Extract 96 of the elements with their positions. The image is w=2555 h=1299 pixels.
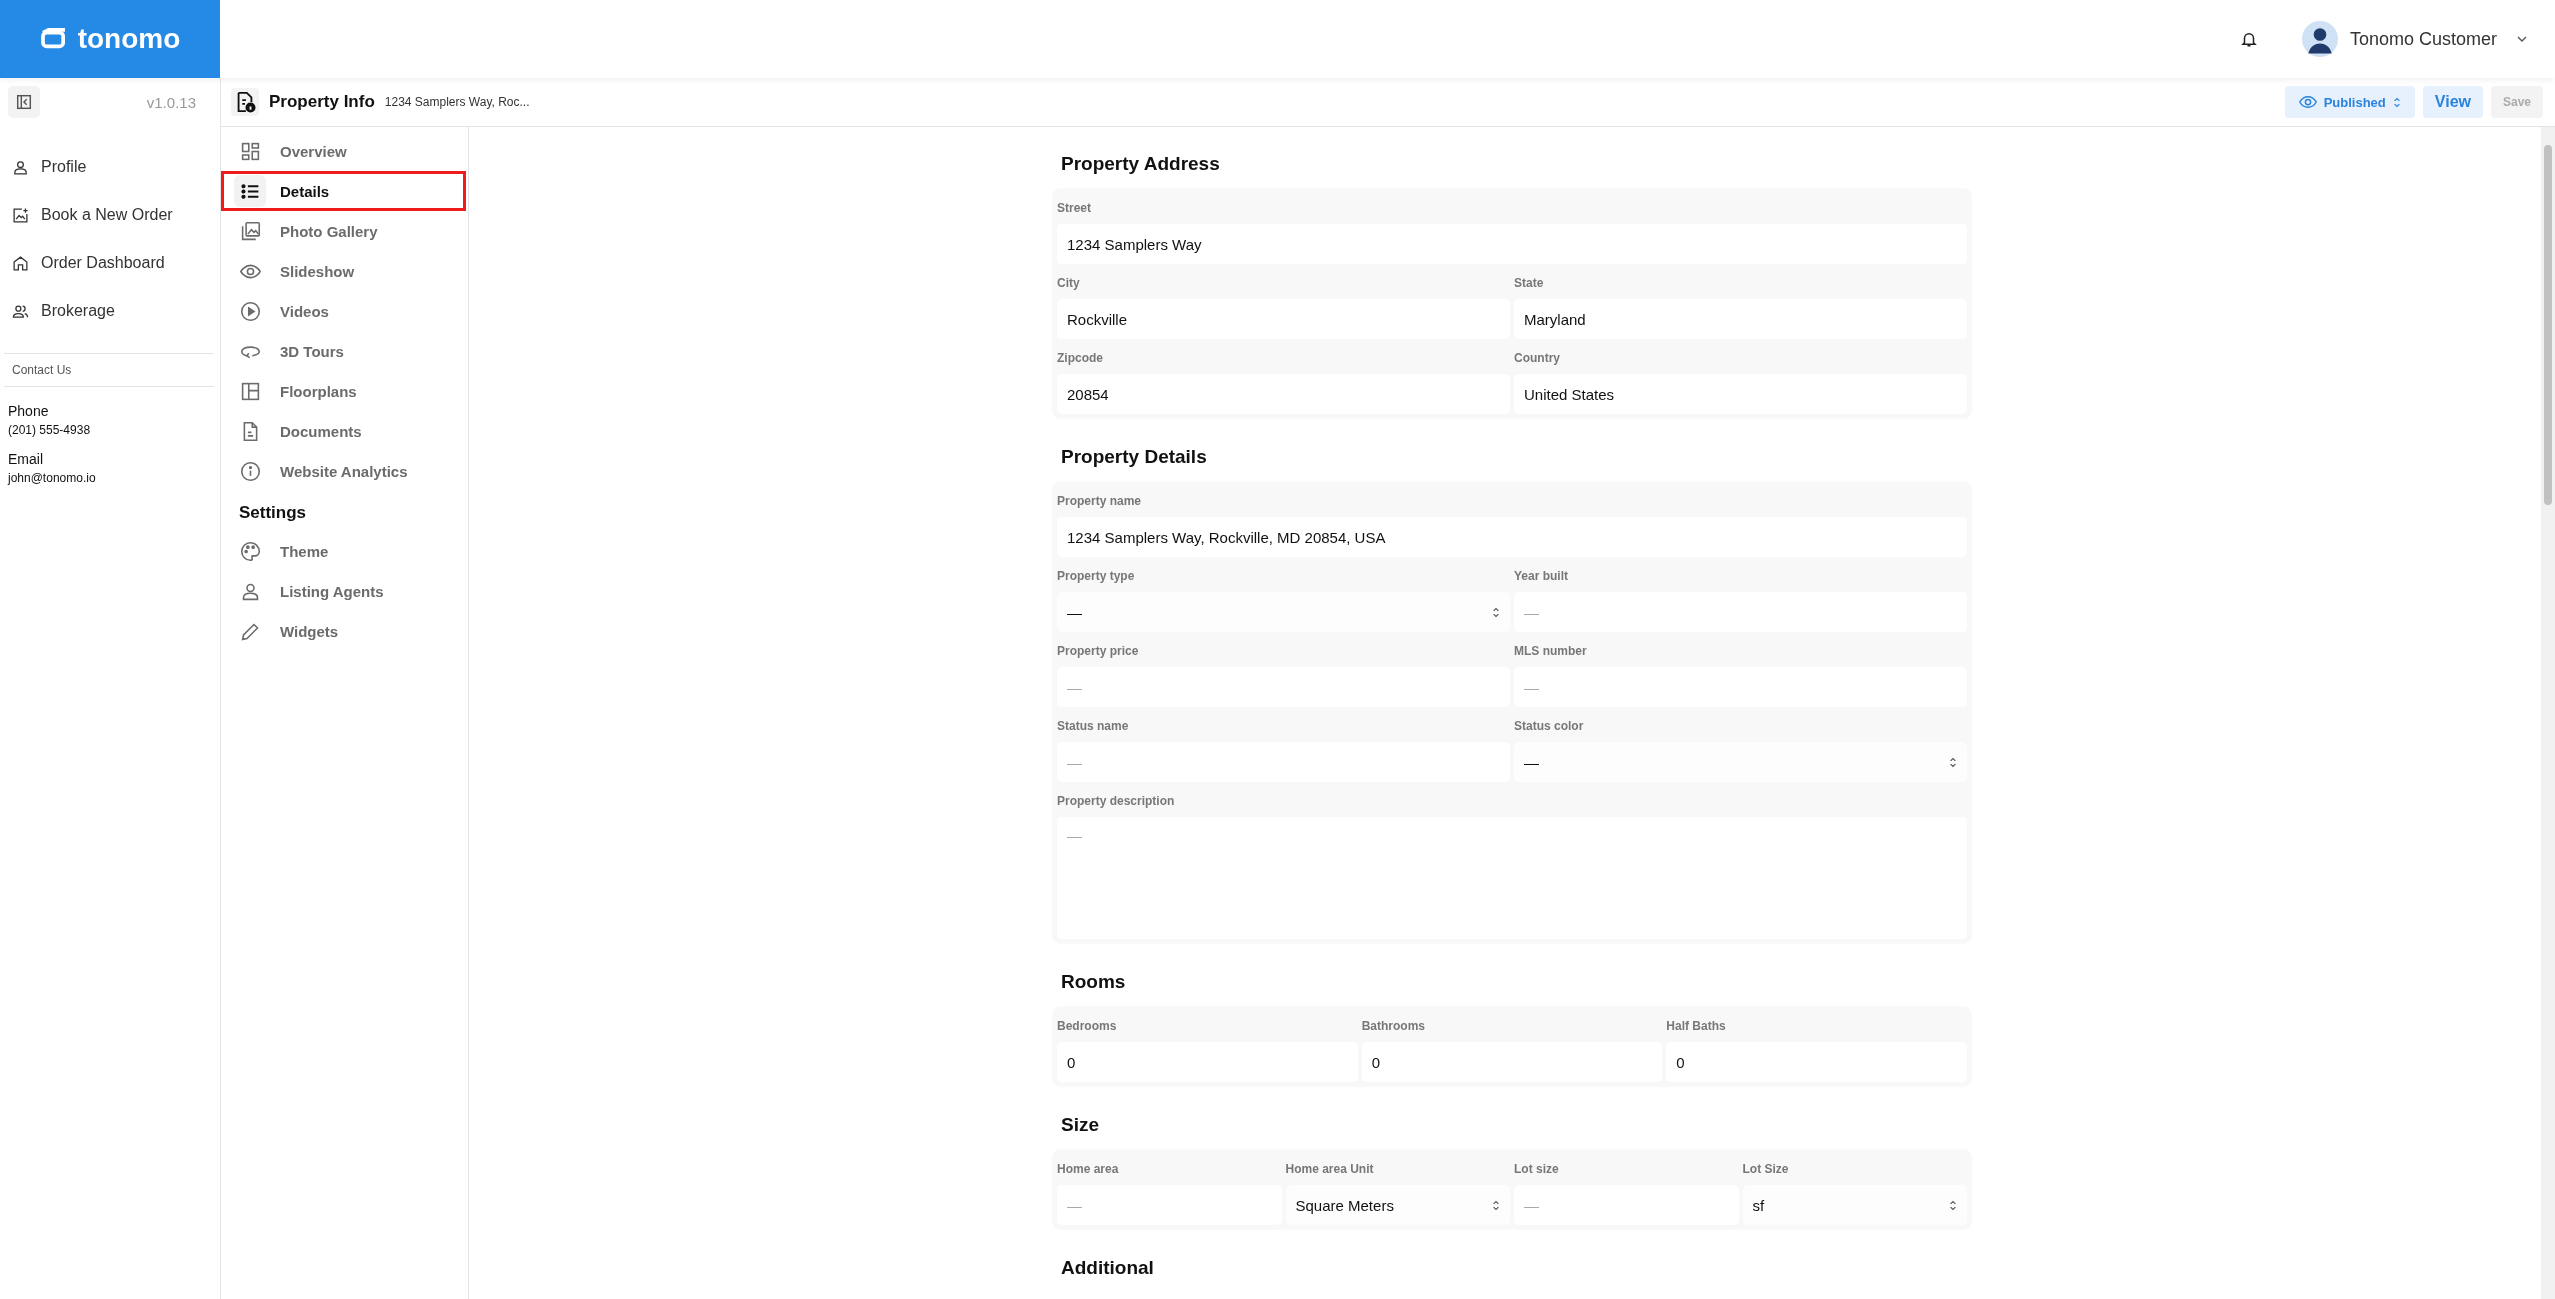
contact-heading: Contact Us (11, 362, 73, 379)
collapse-sidebar-button[interactable] (8, 86, 40, 118)
palette-icon (239, 540, 261, 562)
up-down-chevron-icon (1949, 1198, 1957, 1212)
sidebar-item[interactable]: Order Dashboard (0, 239, 220, 287)
eye-icon (2298, 93, 2317, 111)
input-field[interactable]: — (1514, 667, 1967, 707)
avatar-icon (2301, 21, 2338, 57)
field-label: Home area (1057, 1161, 1120, 1178)
up-down-chevron-icon (2392, 95, 2401, 109)
field-label: Country (1514, 350, 1561, 367)
field-label: City (1057, 275, 1081, 292)
field-label: Lot Size (1742, 1161, 1790, 1178)
field-label: Year built (1514, 568, 1570, 585)
field-label: Property price (1057, 643, 1140, 660)
email-address: john@tonomo.io (8, 471, 97, 485)
field-label: MLS number (1514, 643, 1588, 660)
input-field[interactable]: 0 (1666, 1042, 1967, 1082)
section-nav-item[interactable]: Overview (221, 131, 466, 171)
input-field[interactable]: Maryland (1514, 299, 1967, 339)
floorplan-icon (239, 380, 261, 402)
section-heading: Rooms (1061, 971, 1127, 993)
grid-icon (239, 140, 261, 162)
person-icon (12, 158, 29, 176)
info-icon (239, 460, 261, 482)
input-field[interactable]: 20854 (1057, 374, 1510, 414)
input-field[interactable]: Rockville (1057, 299, 1510, 339)
field-label: Bathrooms (1361, 1018, 1426, 1035)
sidebar-item[interactable]: Profile (0, 143, 220, 191)
textarea-field[interactable]: — (1057, 817, 1967, 939)
phone-number: (201) 555-4938 (8, 423, 92, 437)
scrollbar[interactable] (2541, 127, 2555, 1299)
field-label: Half Baths (1666, 1018, 1727, 1035)
select-field[interactable]: — (1057, 592, 1510, 632)
section-nav-item[interactable]: Videos (221, 291, 466, 331)
input-field[interactable]: — (1057, 742, 1510, 782)
field-label: Status name (1057, 718, 1130, 735)
section-nav-item[interactable]: Photo Gallery (221, 211, 466, 251)
field-label: Property type (1057, 568, 1136, 585)
page-title: Property Info (269, 92, 375, 112)
page-subtitle: 1234 Samplers Way, Roc... (384, 95, 530, 109)
select-field[interactable]: sf (1742, 1185, 1967, 1225)
up-down-chevron-icon (1492, 1198, 1500, 1212)
section-nav-item[interactable]: 3D Tours (221, 331, 466, 371)
chevron-down-icon (2517, 36, 2527, 42)
input-field[interactable]: 1234 Samplers Way (1057, 224, 1967, 264)
section-nav-item[interactable]: Website Analytics (221, 451, 466, 491)
input-field[interactable]: 0 (1361, 1042, 1663, 1082)
section-nav-item[interactable]: Slideshow (221, 251, 466, 291)
input-field[interactable]: United States (1514, 374, 1967, 414)
section-nav-item[interactable]: Theme (221, 531, 466, 571)
gallery-icon (239, 220, 261, 242)
input-field[interactable]: 1234 Samplers Way, Rockville, MD 20854, USA (1057, 517, 1967, 557)
up-down-chevron-icon (1492, 605, 1500, 619)
field-label: Bedrooms (1057, 1018, 1118, 1035)
section-nav-item[interactable]: Floorplans (221, 371, 466, 411)
play-icon (239, 300, 261, 322)
input-field[interactable]: — (1057, 1185, 1282, 1225)
field-label: Status color (1514, 718, 1585, 735)
publish-status-button[interactable]: Published (2284, 86, 2415, 118)
section-nav-item[interactable]: Widgets (221, 611, 466, 651)
select-field[interactable]: — (1514, 742, 1967, 782)
field-label: Street (1057, 200, 1092, 217)
section-heading: Size (1061, 1114, 1101, 1136)
logo-icon (39, 28, 68, 50)
image-add-icon (12, 206, 29, 224)
document-info-icon (231, 88, 259, 116)
sidebar-panel-icon (15, 93, 33, 111)
section-heading: Additional (1061, 1257, 1155, 1279)
section-heading: Property Details (1061, 446, 1208, 468)
input-field[interactable]: — (1514, 1185, 1739, 1225)
field-label: Home area Unit (1285, 1161, 1375, 1178)
up-down-chevron-icon (1949, 755, 1957, 769)
select-field[interactable]: Square Meters (1285, 1185, 1510, 1225)
field-label: Lot size (1514, 1161, 1560, 1178)
section-nav-item[interactable]: Listing Agents (221, 571, 466, 611)
notification-bell-icon[interactable] (2239, 30, 2258, 48)
field-label: Zipcode (1057, 350, 1104, 367)
email-label: Email (8, 451, 44, 467)
version-label: v1.0.13 (146, 93, 196, 111)
field-label: State (1514, 275, 1545, 292)
input-field[interactable]: 0 (1057, 1042, 1358, 1082)
input-field[interactable]: — (1514, 592, 1967, 632)
section-nav-item[interactable]: Details (221, 171, 466, 211)
sidebar-item[interactable]: Book a New Order (0, 191, 220, 239)
phone-label: Phone (8, 403, 50, 419)
settings-heading: Settings (238, 502, 308, 524)
home-icon (12, 254, 29, 272)
field-label: Property name (1057, 493, 1143, 510)
brand-name[interactable]: tonomo (77, 23, 181, 55)
field-label: Property description (1057, 793, 1176, 810)
sidebar-item[interactable]: Brokerage (0, 287, 220, 335)
section-nav-item[interactable]: Documents (221, 411, 466, 451)
input-field[interactable]: — (1057, 667, 1510, 707)
section-heading: Property Address (1061, 153, 1221, 175)
user-menu[interactable]: Tonomo Customer (2301, 21, 2527, 57)
